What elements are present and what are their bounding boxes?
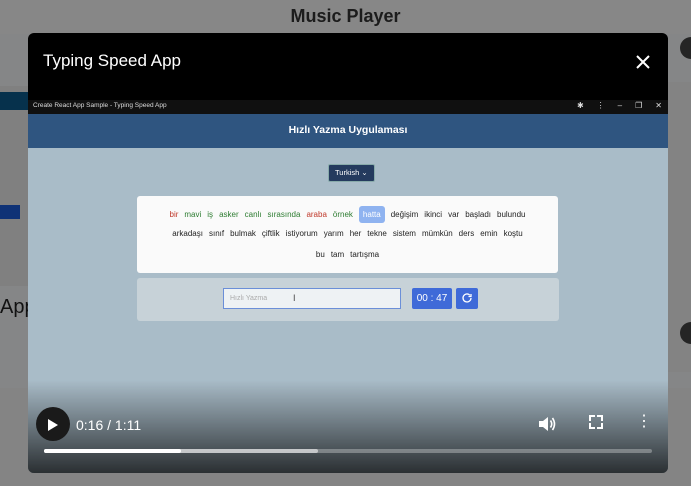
language-select[interactable]: Turkish ⌄ xyxy=(328,164,375,182)
word-pending: var xyxy=(448,210,460,219)
word-pending: tekne xyxy=(367,229,387,238)
browser-title-bar: Create React App Sample - Typing Speed A… xyxy=(28,100,668,114)
word-pending: istiyorum xyxy=(285,229,318,238)
word-pending: ikinci xyxy=(424,210,443,219)
time-display: 0:16 / 1:11 xyxy=(76,417,142,433)
words-row-1: bir mavi iş asker canlı sırasında araba örnek ha… xyxy=(137,206,558,223)
word-pending: başladı xyxy=(465,210,491,219)
chevron-down-icon: ⌄ xyxy=(361,168,368,177)
word-pending: bu xyxy=(315,250,325,259)
word-pending: ders xyxy=(458,229,475,238)
minimize-icon: – xyxy=(617,101,623,110)
words-card: bir mavi iş asker canlı sırasında araba örnek ha… xyxy=(137,196,558,273)
extension-icon: ✱ xyxy=(576,101,584,110)
video-player[interactable]: Create React App Sample - Typing Speed A… xyxy=(28,100,668,473)
progress-played xyxy=(44,449,181,453)
words-row-3: bu tam tartışma xyxy=(137,250,558,259)
word-right: sırasında xyxy=(267,210,301,219)
input-card: Hızlı Yazma I 00 : 47 xyxy=(137,278,559,321)
word-pending: koştu xyxy=(503,229,523,238)
close-icon[interactable] xyxy=(632,51,654,73)
word-right: canlı xyxy=(244,210,262,219)
word-pending: her xyxy=(349,229,362,238)
word-pending: yarım xyxy=(323,229,344,238)
word-pending: bulmak xyxy=(230,229,256,238)
word-right: örnek xyxy=(332,210,353,219)
fullscreen-icon[interactable] xyxy=(589,415,603,429)
word-pending: sistem xyxy=(392,229,416,238)
word-pending: emin xyxy=(480,229,498,238)
word-pending: sınıf xyxy=(208,229,225,238)
typing-input-placeholder: Hızlı Yazma xyxy=(230,295,268,302)
browser-tab-title: Create React App Sample - Typing Speed A… xyxy=(33,102,167,109)
restore-icon: ❐ xyxy=(635,101,643,110)
refresh-icon[interactable] xyxy=(456,288,478,309)
word-right: asker xyxy=(219,210,239,219)
app-header: Hızlı Yazma Uygulaması xyxy=(28,114,668,148)
word-current: hatta xyxy=(358,206,385,223)
word-pending: mümkün xyxy=(421,229,453,238)
word-wrong: araba xyxy=(306,210,327,219)
word-wrong: bir xyxy=(169,210,179,219)
word-right: mavi xyxy=(184,210,202,219)
volume-icon[interactable] xyxy=(538,416,556,436)
word-right: iş xyxy=(207,210,214,219)
word-pending: çiftlik xyxy=(261,229,280,238)
words-row-2: arkadaşı sınıf bulmak çiftlik istiyorum yarım… xyxy=(137,229,558,238)
typing-input[interactable]: Hızlı Yazma xyxy=(223,288,401,309)
timer: 00 : 47 xyxy=(412,288,452,309)
video-modal: Typing Speed App Create React App Sample… xyxy=(28,33,668,473)
language-select-value: Turkish xyxy=(335,168,360,177)
word-pending: değişim xyxy=(390,210,419,219)
progress-bar[interactable] xyxy=(44,449,652,453)
more-vert-icon: ⋮ xyxy=(596,101,605,110)
text-cursor-icon: I xyxy=(293,293,296,303)
word-pending: bulundu xyxy=(497,210,526,219)
more-vert-icon[interactable]: ⋮ xyxy=(636,414,652,430)
word-pending: arkadaşı xyxy=(172,229,203,238)
play-icon[interactable] xyxy=(36,407,70,441)
word-pending: tam xyxy=(330,250,345,259)
modal-title: Typing Speed App xyxy=(43,51,182,70)
word-pending: tartışma xyxy=(350,250,380,259)
app-title: Hızlı Yazma Uygulaması xyxy=(288,124,408,136)
window-close-icon: ✕ xyxy=(655,101,662,110)
